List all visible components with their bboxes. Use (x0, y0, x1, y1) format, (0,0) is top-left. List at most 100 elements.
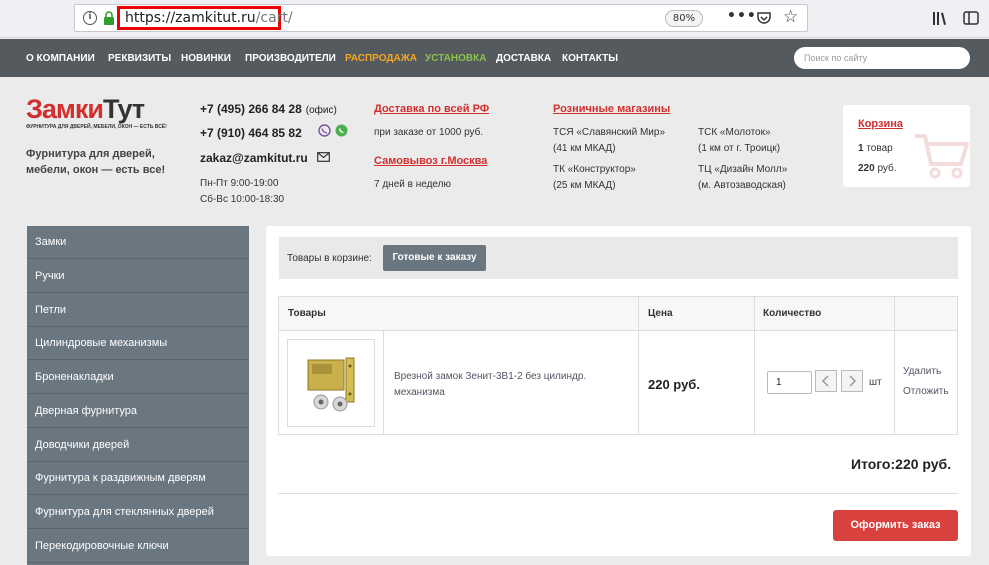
store-2-location: (25 км МКАД) (553, 180, 616, 191)
sidebar-toggle-icon[interactable] (963, 10, 979, 26)
pocket-icon[interactable] (757, 11, 771, 25)
sidebar-item-cylinders[interactable]: Цилиндровые механизмы (27, 327, 249, 360)
store-1-name[interactable]: ТСЯ «Славянский Мир» (553, 127, 665, 138)
nav-item-new[interactable]: НОВИНКИ (181, 53, 231, 64)
phone1-note: (офис) (305, 105, 337, 116)
column-divider (383, 331, 384, 434)
header-price: Цена (648, 308, 673, 319)
delivery-note: при заказе от 1000 руб. (374, 127, 484, 138)
pickup-link[interactable]: Самовывоз г.Москва (374, 155, 487, 167)
hours-weekend: Сб-Вс 10:00-18:30 (200, 194, 285, 205)
phone2-number: +7 (910) 464 85 82 (200, 126, 302, 140)
email-link[interactable]: zakaz@zamkitut.ru (200, 151, 308, 165)
info-icon[interactable]: i (83, 11, 97, 25)
nav-item-contacts[interactable]: КОНТАКТЫ (562, 53, 618, 64)
checkout-button[interactable]: Оформить заказ (833, 510, 958, 541)
shopping-cart-icon (915, 134, 969, 179)
cart-sum-value: 220 (858, 163, 875, 174)
pickup-note: 7 дней в неделю (374, 179, 451, 190)
cart-sum-label: руб. (877, 163, 897, 174)
nav-item-sale[interactable]: РАСПРОДАЖА (345, 53, 417, 64)
stores-link[interactable]: Розничные магазины (553, 103, 670, 115)
sidebar-item-sliding-doors[interactable]: Фурнитура к раздвижным дверям (27, 462, 249, 495)
divider (278, 493, 958, 494)
nav-item-manufacturers[interactable]: ПРОИЗВОДИТЕЛИ (245, 53, 336, 64)
sidebar-item-handles[interactable]: Ручки (27, 260, 249, 293)
library-icon[interactable] (932, 10, 948, 26)
search-input[interactable] (804, 51, 944, 65)
logo-subtitle: ФУРНИТУРА ДЛЯ ДВЕРЕЙ, МЕБЕЛИ, ОКОН — ЕСТ… (26, 124, 167, 130)
header-cart[interactable]: Корзина 1 товар 220 руб. (843, 105, 970, 187)
nav-item-delivery[interactable]: ДОСТАВКА (496, 53, 551, 64)
sidebar-item-recoding-keys[interactable]: Перекодировочные ключи (27, 530, 249, 563)
cart-filter-label: Товары в корзине: (287, 253, 372, 264)
page-actions-icon[interactable]: ••• (727, 8, 757, 24)
hours-weekdays: Пн-Пт 9:00-19:00 (200, 178, 279, 189)
zoom-indicator[interactable]: 80% (665, 10, 703, 27)
cart-count-label: товар (866, 143, 893, 154)
email-address: zakaz@zamkitut.ru (200, 151, 308, 165)
logo-part1: Замки (26, 94, 104, 124)
phone-office[interactable]: +7 (495) 266 84 28 (офис) (200, 102, 337, 116)
nav-item-about[interactable]: О КОМПАНИИ (26, 53, 95, 64)
total-value: 220 руб. (895, 456, 952, 472)
sidebar-item-armor-plates[interactable]: Броненакладки (27, 361, 249, 394)
store-1-location: (41 км МКАД) (553, 143, 616, 154)
catalog-sidebar: Замки Ручки Петли Цилиндровые механизмы … (27, 226, 249, 565)
store-3-name[interactable]: ТСК «Молоток» (698, 127, 771, 138)
nav-item-requisites[interactable]: РЕКВИЗИТЫ (108, 53, 171, 64)
cart-table: Товары Цена Количество Врезной замок Зен… (278, 296, 958, 435)
logo-part2: Тут (103, 94, 145, 124)
url-text[interactable]: https://zamkitut.ru/cart/ (125, 10, 293, 26)
chevron-right-icon (849, 375, 857, 387)
url-host: https://zamkitut.ru (125, 10, 256, 26)
store-4-name[interactable]: ТЦ «Дизайн Молл» (698, 164, 787, 175)
url-path: /cart/ (255, 10, 293, 26)
total-label: Итого: (851, 456, 896, 472)
quantity-input[interactable] (767, 371, 812, 394)
column-divider (638, 297, 639, 434)
sidebar-item-door-closers[interactable]: Доводчики дверей (27, 429, 249, 462)
nav-item-installation[interactable]: УСТАНОВКА (425, 53, 486, 64)
lock-product-image (307, 357, 355, 412)
phone1-number: +7 (495) 266 84 28 (200, 102, 302, 116)
ready-to-order-tab[interactable]: Готовые к заказу (383, 245, 486, 271)
product-price: 220 руб. (648, 377, 700, 392)
quantity-increase-button[interactable] (841, 370, 863, 392)
product-name-link[interactable]: Врезной замок Зенит-3В1-2 без цилиндр. м… (394, 369, 624, 401)
phone-mobile[interactable]: +7 (910) 464 85 82 (200, 126, 302, 140)
column-divider (754, 297, 755, 434)
lock-icon (104, 11, 114, 25)
sidebar-item-door-hardware[interactable]: Дверная фурнитура (27, 395, 249, 428)
quantity-unit: шт (869, 377, 882, 388)
cart-title[interactable]: Корзина (858, 118, 903, 130)
delivery-link[interactable]: Доставка по всей РФ (374, 103, 489, 115)
address-bar[interactable]: i https://zamkitut.ru/cart/ 80% ••• ☆ (74, 4, 808, 32)
quantity-decrease-button[interactable] (815, 370, 837, 392)
sidebar-item-locks[interactable]: Замки (27, 226, 249, 259)
delete-item-link[interactable]: Удалить (903, 366, 941, 377)
cart-filter-bar: Товары в корзине: Готовые к заказу (279, 237, 958, 279)
table-header: Товары Цена Количество (279, 297, 957, 331)
cart-count-value: 1 (858, 143, 864, 154)
site-logo[interactable]: ЗамкиТут ФУРНИТУРА ДЛЯ ДВЕРЕЙ, МЕБЕЛИ, О… (26, 95, 176, 135)
product-thumbnail[interactable] (287, 339, 375, 427)
sidebar-item-glass-doors[interactable]: Фурнитура для стеклянных дверей (27, 496, 249, 529)
chevron-left-icon (821, 375, 829, 387)
bookmark-star-icon[interactable]: ☆ (783, 7, 798, 27)
cart-count: 1 товар (858, 143, 893, 154)
search-box (794, 47, 970, 69)
postpone-item-link[interactable]: Отложить (903, 386, 949, 397)
site-tagline: Фурнитура для дверей, мебели, окон — ест… (26, 148, 166, 176)
store-3-location: (1 км от г. Троицк) (698, 143, 781, 154)
column-divider (894, 297, 895, 434)
cart-sum: 220 руб. (858, 163, 897, 174)
store-2-name[interactable]: ТК «Конструктор» (553, 164, 636, 175)
whatsapp-icon[interactable] (335, 124, 348, 137)
browser-toolbar: i https://zamkitut.ru/cart/ 80% ••• ☆ (0, 0, 989, 38)
order-total: Итого:220 руб. (851, 456, 951, 472)
mail-icon (317, 152, 330, 162)
sidebar-item-hinges[interactable]: Петли (27, 294, 249, 327)
header-quantity: Количество (763, 308, 822, 319)
viber-icon[interactable] (318, 124, 331, 137)
